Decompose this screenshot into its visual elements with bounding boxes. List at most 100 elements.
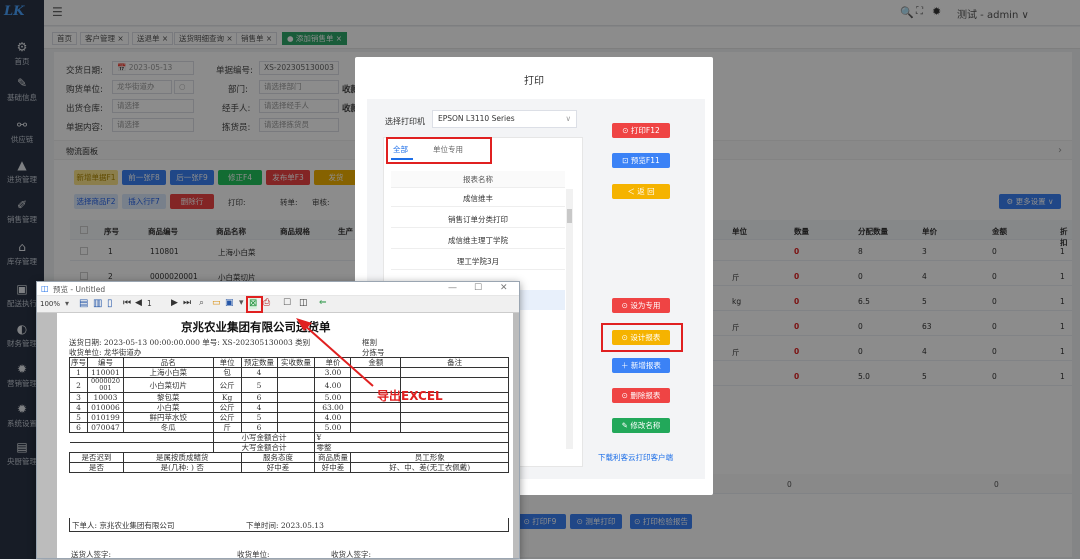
export-annotation: 导出EXCEL: [377, 389, 443, 403]
back-button[interactable]: ＜ 返 回: [612, 184, 670, 199]
doc-cell: 商品质量: [314, 452, 352, 463]
doc-cell: [350, 412, 402, 423]
doc-cell: 服务态度: [240, 452, 316, 463]
multi-page-icon[interactable]: ▥: [93, 298, 102, 309]
doc-cell: 110001: [87, 367, 124, 378]
report-list-header: 报表名称: [391, 171, 565, 188]
doc-cell: 5.00: [314, 392, 352, 403]
doc-cell: 公斤: [212, 377, 242, 393]
print-icon[interactable]: ◫: [299, 298, 308, 308]
open-icon[interactable]: ▭: [212, 298, 221, 308]
doc-cell: 好、中、差(无工衣佩戴): [350, 462, 509, 473]
preview-title: 预览 - Untitled: [53, 285, 106, 294]
preview-titlebar: ◫ 预览 - Untitled — ☐ ✕: [37, 282, 519, 296]
chevron-down-icon[interactable]: ▾: [239, 298, 244, 308]
doc-cell: [276, 402, 316, 413]
print-button[interactable]: ⊙ 打印F12: [612, 123, 670, 138]
doc-cell: 3.00: [314, 367, 352, 378]
find-icon[interactable]: ⌕: [199, 298, 204, 308]
report-list-item[interactable]: 成信维丰: [391, 190, 565, 207]
minimize-icon[interactable]: —: [448, 283, 457, 293]
doc-cell: [276, 377, 316, 393]
sum-value: 零整: [314, 442, 509, 453]
doc-cell: 4.00: [314, 412, 352, 423]
printer-value: EPSON L3110 Series: [438, 114, 515, 123]
export-pdf-icon[interactable]: ⎙: [263, 298, 270, 308]
doc-cell: 5: [69, 412, 88, 423]
delete-report-button[interactable]: ⊙ 删除报表: [612, 388, 670, 403]
fit-page-icon[interactable]: ▯: [107, 298, 113, 309]
maximize-icon[interactable]: ☐: [474, 283, 482, 293]
doc-cell: 包: [212, 367, 242, 378]
page-setup-icon[interactable]: ☐: [283, 298, 291, 308]
tab-highlight-box: [386, 137, 492, 164]
doc-col-header: 序号: [69, 357, 88, 368]
report-list-item[interactable]: 理工学院3月: [391, 253, 565, 270]
doc-cell: 好中差: [240, 462, 316, 473]
doc-cell: 4.00: [314, 377, 352, 393]
zoom-dropdown-icon[interactable]: ▾: [65, 299, 69, 308]
report-list-item[interactable]: 销售订单分类打印: [391, 211, 565, 228]
sum-value: ¥: [314, 432, 509, 443]
printer-select[interactable]: EPSON L3110 Series ∨: [432, 110, 577, 128]
printer-label: 选择打印机: [385, 117, 425, 126]
preview-page: 京兆农业集团有限公司送货单 送货日期: 2023-05-13 00:00:00.…: [57, 313, 513, 559]
preview-window: ◫ 预览 - Untitled — ☐ ✕ 100% ▾ ▤ ▥ ▯ ⏮ ◀ 1…: [36, 281, 520, 559]
document-title: 京兆农业集团有限公司送货单: [181, 320, 331, 334]
doc-cell: [400, 412, 509, 423]
doc-cell: 是属按质成鳍货: [122, 452, 242, 463]
doc-cell: 3: [69, 392, 88, 403]
doc-cell: 是否迟到: [69, 452, 124, 463]
doc-cell: 10003: [87, 392, 124, 403]
doc-cell: [276, 422, 316, 433]
doc-col-header: 金额: [350, 357, 402, 368]
close-icon[interactable]: ✕: [500, 283, 508, 293]
window-icon: ◫: [41, 284, 49, 293]
save-icon[interactable]: ▣: [225, 298, 234, 308]
doc-cell: [400, 367, 509, 378]
doc-cell: [276, 392, 316, 403]
doc-col-header: 备注: [400, 357, 509, 368]
exit-icon[interactable]: ⇐: [319, 298, 327, 308]
doc-cell: 斤: [212, 422, 242, 433]
page-number[interactable]: 1: [147, 299, 152, 308]
doc-cell: 冬瓜: [122, 422, 214, 433]
rename-button[interactable]: ✎ 修改名称: [612, 418, 670, 433]
doc-col-header: 预定数量: [240, 357, 278, 368]
doc-cell: 是(几种: ) 否: [122, 462, 242, 473]
download-client-link[interactable]: 下载利客云打印客户端: [598, 452, 673, 463]
zoom-select[interactable]: 100%: [40, 300, 60, 308]
new-report-button[interactable]: ＋ 新增报表: [612, 358, 670, 373]
report-list-item[interactable]: 成信维主理丁学院: [391, 232, 565, 249]
doc-cell: 6: [240, 422, 278, 433]
print-dialog-title: 打印: [524, 76, 544, 87]
doc-cell: 2: [69, 377, 88, 393]
page-icon[interactable]: ▤: [79, 298, 88, 309]
preview-button[interactable]: ⊡ 预览F11: [612, 153, 670, 168]
doc-cell: 4: [69, 402, 88, 413]
doc-cell: 小白菜: [122, 402, 214, 413]
scrollbar[interactable]: [566, 189, 573, 449]
doc-cell: 5: [240, 412, 278, 423]
doc-footer2: 送货人签字:: [71, 550, 112, 559]
doc-cell: 公斤: [212, 402, 242, 413]
doc-cell: 010199: [87, 412, 124, 423]
next-page-icon[interactable]: ▶: [171, 298, 178, 308]
doc-cell: 070047: [87, 422, 124, 433]
doc-cell: 公斤: [212, 412, 242, 423]
doc-cell: 好中差: [314, 462, 352, 473]
doc-cell: [350, 422, 402, 433]
doc-cell: 员工形象: [350, 452, 509, 463]
set-unit-button[interactable]: ⊙ 设为专用: [612, 298, 670, 313]
doc-cell: 1: [69, 367, 88, 378]
doc-cell: 0000020 001: [87, 377, 124, 393]
doc-footer-row1: 下单人: 京兆农业集团有限公司 下单时间: 2023.05.13: [69, 518, 509, 532]
prev-page-icon[interactable]: ◀: [135, 298, 142, 308]
doc-cell: 5.00: [314, 422, 352, 433]
last-page-icon[interactable]: ⏭: [183, 298, 191, 308]
first-page-icon[interactable]: ⏮: [123, 298, 131, 308]
doc-cell: 6: [240, 392, 278, 403]
doc-cell: 6: [69, 422, 88, 433]
chevron-down-icon: ∨: [565, 114, 572, 123]
doc-col-header: 编号: [87, 357, 124, 368]
